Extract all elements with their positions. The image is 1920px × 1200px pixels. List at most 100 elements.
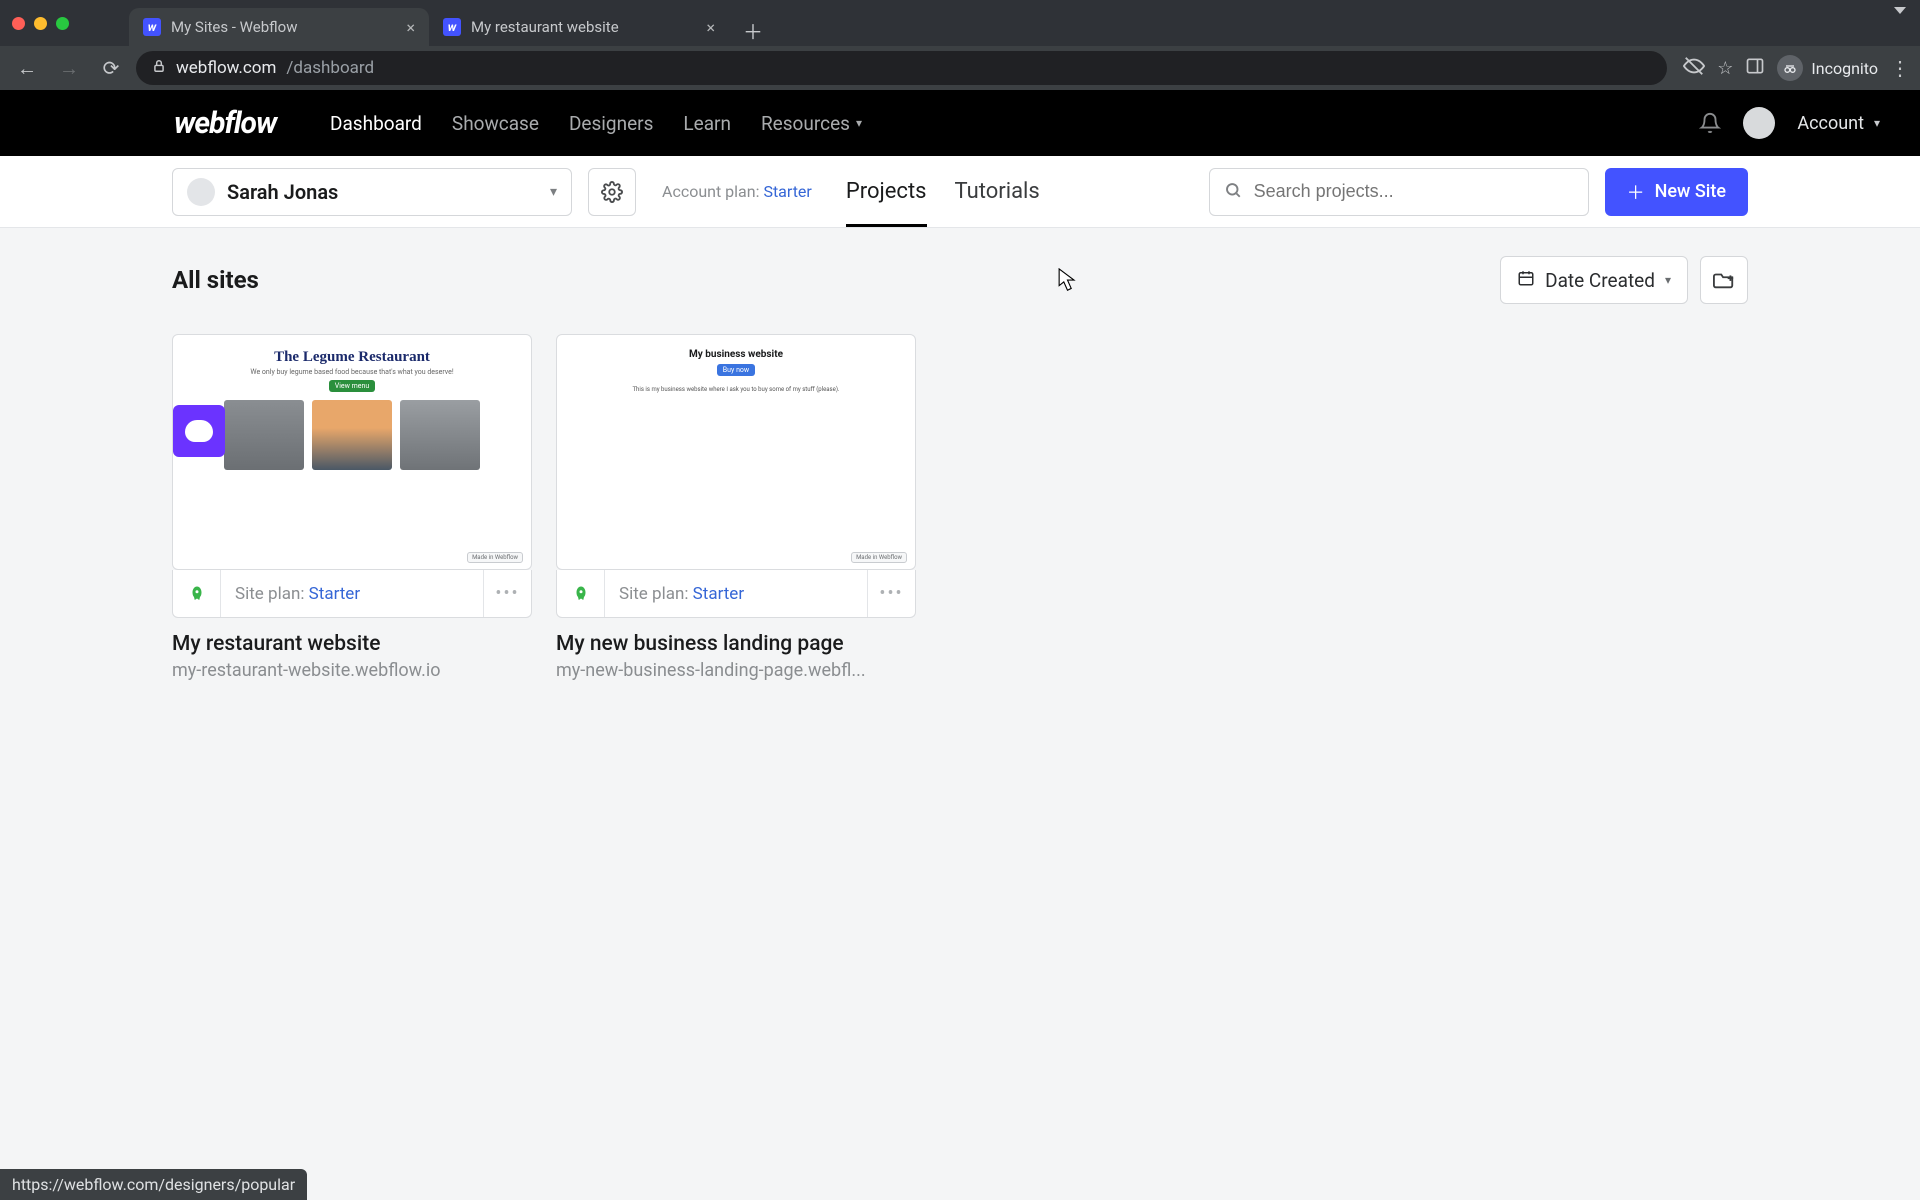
address-path: /dashboard	[286, 58, 374, 78]
site-thumbnail[interactable]: The Legume Restaurant We only buy legume…	[172, 334, 532, 570]
nav-showcase[interactable]: Showcase	[452, 112, 539, 135]
nav-resources-label: Resources	[761, 112, 850, 135]
browser-tab[interactable]: My Sites - Webflow ×	[129, 8, 429, 46]
card-footer: Site plan: Starter •••	[556, 570, 916, 618]
account-menu[interactable]: Account ▾	[1797, 113, 1880, 134]
settings-button[interactable]	[588, 168, 636, 216]
site-url[interactable]: my-new-business-landing-page.webfl...	[556, 660, 916, 681]
window-fullscreen-icon[interactable]	[56, 17, 69, 30]
avatar	[187, 178, 215, 206]
bell-icon[interactable]	[1699, 112, 1721, 134]
browser-titlebar: My Sites - Webflow × My restaurant websi…	[0, 0, 1920, 46]
chevron-down-icon: ▾	[1874, 116, 1880, 130]
webflow-logo[interactable]: webflow	[174, 106, 276, 141]
card-footer: Site plan: Starter •••	[172, 570, 532, 618]
nav-resources[interactable]: Resources ▾	[761, 112, 862, 135]
site-url[interactable]: my-restaurant-website.webflow.io	[172, 660, 532, 681]
workspace-bar: Sarah Jonas ▾ Account plan: Starter Proj…	[0, 156, 1920, 228]
eye-off-icon[interactable]	[1683, 55, 1705, 82]
topnav-links: Dashboard Showcase Designers Learn Resou…	[330, 112, 862, 135]
sort-selector[interactable]: Date Created ▾	[1500, 256, 1688, 304]
calendar-icon	[1517, 269, 1535, 292]
plan-label: Site plan:	[235, 584, 304, 604]
plan-value[interactable]: Starter	[693, 584, 744, 604]
plan-value[interactable]: Starter	[763, 182, 811, 201]
chevron-down-icon: ▾	[856, 116, 862, 130]
thumb-subheading: We only buy legume based food because th…	[185, 368, 519, 376]
address-bar[interactable]: webflow.com/dashboard	[136, 51, 1667, 85]
tab-favicon-icon	[443, 18, 461, 36]
rocket-icon[interactable]	[173, 570, 221, 617]
nav-designers[interactable]: Designers	[569, 112, 653, 135]
site-title[interactable]: My restaurant website	[172, 632, 532, 656]
new-tab-button[interactable]: ＋	[737, 14, 769, 46]
plan-label: Account plan:	[662, 182, 759, 201]
search-icon	[1224, 181, 1242, 203]
workspace-selector[interactable]: Sarah Jonas ▾	[172, 168, 572, 216]
rocket-icon[interactable]	[557, 570, 605, 617]
tab-favicon-icon	[143, 18, 161, 36]
status-bar-link: https://webflow.com/designers/popular	[0, 1169, 307, 1200]
made-in-badge: Made in Webflow	[467, 552, 523, 563]
avatar[interactable]	[1743, 107, 1775, 139]
overlay-badge-icon	[173, 405, 225, 457]
site-title[interactable]: My new business landing page	[556, 632, 916, 656]
search-box[interactable]	[1209, 168, 1589, 216]
browser-chrome: My Sites - Webflow × My restaurant websi…	[0, 0, 1920, 90]
app-topnav: webflow Dashboard Showcase Designers Lea…	[0, 90, 1920, 156]
tab-projects[interactable]: Projects	[846, 156, 927, 227]
workspace-tabs: Projects Tutorials	[846, 156, 1040, 227]
site-thumbnail[interactable]: My business website Buy now This is my b…	[556, 334, 916, 570]
card-menu-button[interactable]: •••	[483, 570, 531, 617]
browser-toolbar: ← → ⟳ webflow.com/dashboard ☆ Incognito	[0, 46, 1920, 90]
account-label: Account	[1797, 113, 1864, 134]
star-icon[interactable]: ☆	[1717, 58, 1733, 79]
page-title: All sites	[172, 266, 259, 294]
site-plan: Site plan: Starter	[221, 584, 483, 604]
content-area: All sites Date Created ▾ The Legume Rest…	[0, 228, 1920, 1200]
made-in-badge: Made in Webflow	[851, 552, 907, 563]
plus-icon: ＋	[1627, 179, 1645, 205]
window-close-icon[interactable]	[12, 17, 25, 30]
thumb-heading: My business website	[569, 349, 903, 360]
tab-close-icon[interactable]: ×	[406, 18, 415, 37]
thumb-cta: View menu	[329, 380, 375, 392]
new-folder-button[interactable]	[1700, 256, 1748, 304]
incognito-label: Incognito	[1811, 59, 1878, 78]
sort-label: Date Created	[1545, 269, 1655, 292]
nav-dashboard[interactable]: Dashboard	[330, 112, 422, 135]
address-host: webflow.com	[176, 58, 276, 78]
content-header: All sites Date Created ▾	[172, 256, 1748, 304]
chevron-down-icon: ▾	[1665, 273, 1671, 287]
nav-reload-button[interactable]: ⟳	[94, 51, 128, 85]
panel-icon[interactable]	[1745, 56, 1765, 81]
card-menu-button[interactable]: •••	[867, 570, 915, 617]
site-card: The Legume Restaurant We only buy legume…	[172, 334, 532, 681]
toolbar-right-icons: ☆ Incognito ⋮	[1675, 55, 1910, 82]
workspace-name: Sarah Jonas	[227, 180, 338, 204]
window-minimize-icon[interactable]	[34, 17, 47, 30]
lock-icon	[152, 59, 166, 77]
titlebar-right	[1894, 14, 1920, 33]
site-plan: Site plan: Starter	[605, 584, 867, 604]
browser-tab[interactable]: My restaurant website ×	[429, 8, 729, 46]
account-plan: Account plan: Starter	[662, 182, 812, 201]
incognito-icon	[1777, 55, 1803, 81]
nav-learn[interactable]: Learn	[683, 112, 731, 135]
tab-tutorials[interactable]: Tutorials	[955, 156, 1040, 227]
new-site-label: New Site	[1655, 181, 1726, 202]
tab-title: My restaurant website	[471, 18, 619, 36]
nav-forward-button[interactable]: →	[52, 51, 86, 85]
incognito-indicator[interactable]: Incognito	[1777, 55, 1878, 81]
browser-tabs: My Sites - Webflow × My restaurant websi…	[129, 0, 769, 46]
search-input[interactable]	[1254, 181, 1574, 202]
plan-value[interactable]: Starter	[309, 584, 360, 604]
site-card: My business website Buy now This is my b…	[556, 334, 916, 681]
nav-back-button[interactable]: ←	[10, 51, 44, 85]
browser-menu-icon[interactable]: ⋮	[1890, 56, 1910, 80]
tab-overflow-icon[interactable]	[1894, 7, 1906, 33]
window-controls	[12, 17, 81, 30]
new-site-button[interactable]: ＋ New Site	[1605, 168, 1748, 216]
topnav-right: Account ▾	[1699, 107, 1880, 139]
tab-close-icon[interactable]: ×	[706, 18, 715, 37]
